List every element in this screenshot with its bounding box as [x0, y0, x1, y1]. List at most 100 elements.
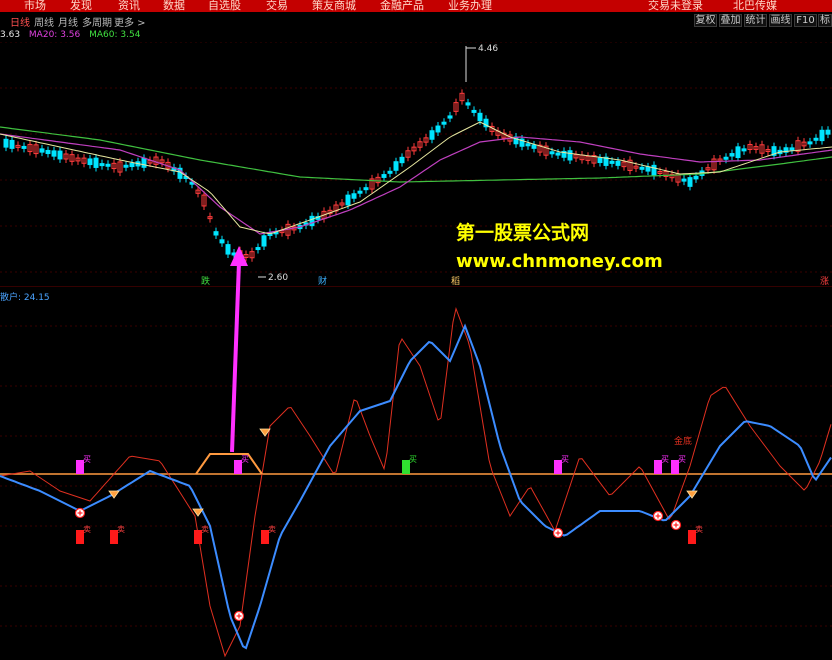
- candle-body: [261, 235, 267, 247]
- top-menu-item[interactable]: 金融产品: [380, 0, 424, 12]
- candle-body: [21, 145, 27, 149]
- indicator-chart[interactable]: 买买买买买买金底卖卖卖卖卖: [0, 286, 832, 660]
- candle-body: [465, 102, 471, 106]
- top-menu-item[interactable]: 资讯: [118, 0, 140, 12]
- candle-body: [609, 160, 615, 164]
- ma10-line: [0, 121, 832, 235]
- top-menu-item[interactable]: 交易: [266, 0, 288, 12]
- candle-body: [99, 163, 105, 167]
- candle-body: [255, 247, 261, 251]
- candle-body: [681, 178, 687, 182]
- toolbar-button[interactable]: 画线: [769, 14, 792, 27]
- candle-body: [393, 161, 399, 171]
- ma60-line: [0, 126, 832, 183]
- candle-body: [729, 153, 735, 157]
- toolbar-button[interactable]: 复权: [694, 14, 717, 27]
- annotation-tag: 金底: [674, 435, 692, 447]
- candle-body: [555, 152, 561, 156]
- top-menu-item[interactable]: 北巴传媒: [733, 0, 777, 12]
- top-menu-item[interactable]: 策友商城: [312, 0, 356, 12]
- candle-body: [723, 156, 729, 160]
- buy-tag: 买: [678, 455, 686, 464]
- candle-body: [351, 193, 357, 199]
- toolbar-button[interactable]: 叠加: [719, 14, 742, 27]
- candle-body: [735, 146, 741, 159]
- indicator-label: 散户: 24.15: [0, 293, 50, 303]
- candle-body: [597, 157, 603, 164]
- candle-body: [357, 190, 363, 194]
- ma-legend: 3.63 MA20: 3.56 MA60: 3.54: [0, 30, 146, 42]
- candle-body: [141, 157, 147, 168]
- candle-body: [639, 166, 645, 170]
- signal-tag: 稻: [451, 276, 460, 286]
- candle-body: [39, 148, 45, 153]
- signal-tag: 财: [318, 275, 327, 286]
- top-menu-item[interactable]: 交易未登录: [648, 0, 703, 12]
- candle-body: [651, 164, 657, 177]
- sell-tag: 卖: [117, 525, 125, 534]
- top-menu-item[interactable]: 业务办理: [448, 0, 492, 12]
- period-tab[interactable]: 月线: [58, 14, 78, 29]
- watermark-url: www.chnmoney.com: [456, 251, 663, 272]
- toolbar-button[interactable]: 统计: [744, 14, 767, 27]
- candle-body: [441, 121, 447, 125]
- buy-tag: 买: [561, 455, 569, 464]
- buy-tag: 买: [409, 455, 417, 464]
- candle-body: [693, 175, 699, 180]
- buy-tag: 买: [661, 455, 669, 464]
- top-menu-item[interactable]: 自选股: [208, 0, 241, 12]
- candle-body: [531, 144, 537, 149]
- top-menu-item[interactable]: 发现: [70, 0, 92, 12]
- candlestick-chart[interactable]: 4.46 2.60 跌 财 稻 涨: [0, 42, 832, 286]
- candle-body: [51, 150, 57, 157]
- period-tab[interactable]: 多周期: [82, 14, 112, 29]
- sell-tag: 卖: [695, 525, 703, 534]
- buy-tag: 买: [83, 455, 91, 464]
- candle-body: [105, 163, 111, 167]
- candle-body: [645, 166, 651, 172]
- candle-body: [345, 194, 351, 206]
- period-tab[interactable]: 更多 >: [114, 14, 146, 29]
- candle-body: [813, 137, 819, 141]
- candle-body: [435, 125, 441, 133]
- watermark-title: 第一股票公式网: [456, 222, 590, 244]
- candle-body: [9, 139, 15, 149]
- candle-body: [213, 231, 219, 236]
- candle-body: [789, 147, 795, 151]
- candle-body: [819, 129, 825, 142]
- candle-body: [45, 149, 51, 155]
- period-tab[interactable]: 日线: [10, 14, 30, 29]
- candle-body: [57, 150, 63, 160]
- price-label: 3.63: [0, 30, 21, 40]
- top-menu-item[interactable]: 市场: [24, 0, 46, 12]
- signal-bump: [195, 453, 263, 475]
- candle-body: [549, 151, 555, 155]
- candle-body: [477, 112, 483, 122]
- candle-body: [387, 170, 393, 174]
- sell-tag: 卖: [268, 525, 276, 534]
- signal-tag: 跌: [201, 276, 210, 286]
- candle-body: [447, 115, 453, 119]
- low-price-marker: 2.60: [268, 273, 288, 283]
- candle-body: [225, 244, 231, 255]
- candle-body: [87, 158, 93, 166]
- period-tab[interactable]: 周线: [34, 14, 54, 29]
- candle-body: [231, 252, 237, 256]
- candle-body: [687, 177, 693, 187]
- candle-body: [429, 130, 435, 140]
- toolbar-button[interactable]: 标: [818, 14, 832, 27]
- signal-tag: 涨: [820, 276, 829, 286]
- candle-body: [807, 141, 813, 145]
- candle-body: [741, 148, 747, 152]
- candle-body: [825, 129, 831, 135]
- candle-body: [93, 157, 99, 168]
- candle-body: [471, 109, 477, 113]
- candle-body: [525, 143, 531, 147]
- buy-tag: 买: [241, 455, 249, 464]
- toolbar-button[interactable]: F10: [794, 14, 817, 27]
- main-force-line: [0, 323, 832, 650]
- candle-body: [123, 164, 129, 168]
- top-menu-item[interactable]: 数据: [163, 0, 185, 12]
- candle-body: [363, 187, 369, 191]
- candle-body: [129, 162, 135, 168]
